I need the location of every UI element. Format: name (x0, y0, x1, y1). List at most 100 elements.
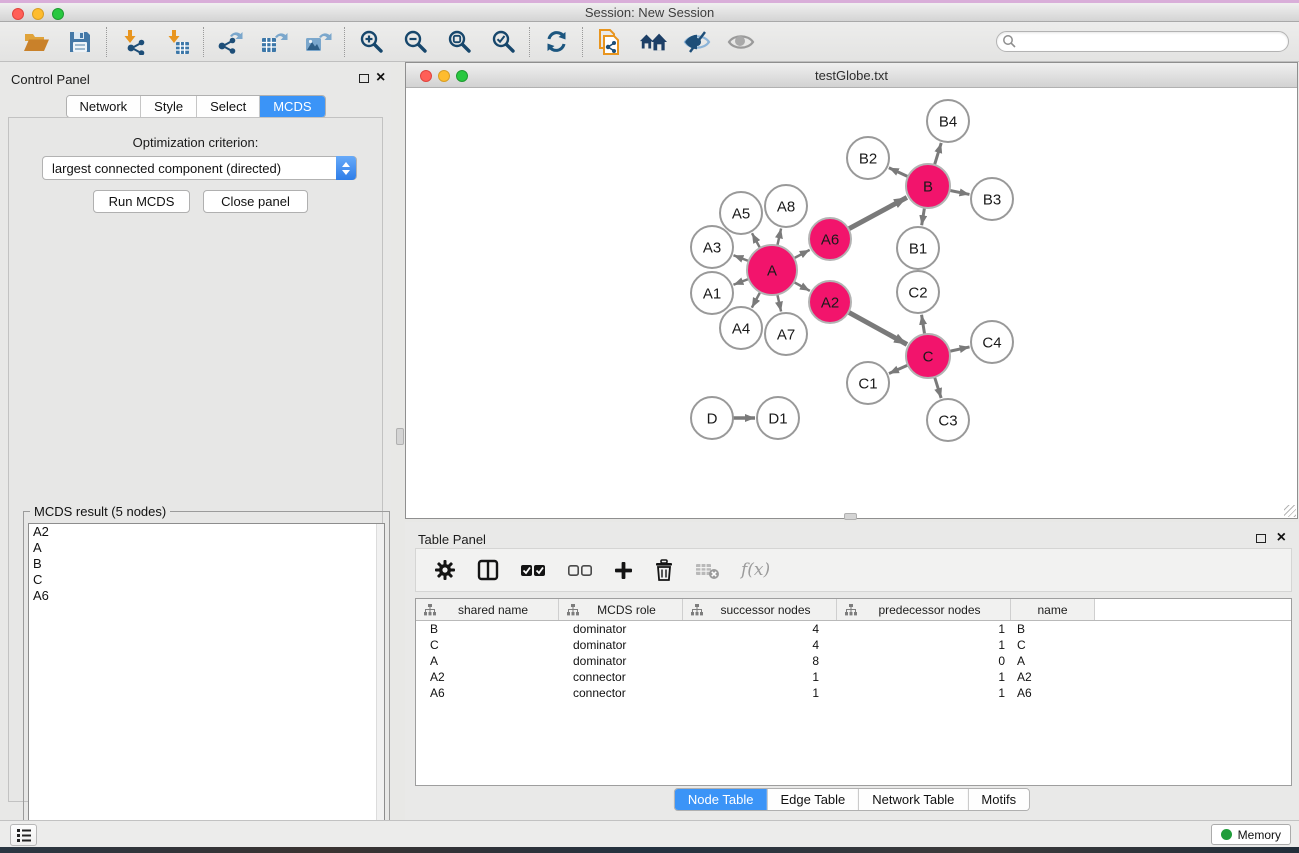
node-C4[interactable]: C4 (971, 321, 1013, 363)
node-B[interactable]: B (906, 164, 950, 208)
column-header-name[interactable]: name (1011, 599, 1095, 620)
node-A3[interactable]: A3 (691, 226, 733, 268)
deselect-all-icon[interactable] (567, 563, 593, 578)
save-session-icon[interactable] (66, 28, 94, 56)
export-table-icon[interactable] (260, 28, 288, 56)
resize-grip-icon[interactable] (1284, 505, 1296, 517)
home-icon[interactable] (639, 28, 667, 56)
node-A1[interactable]: A1 (691, 272, 733, 314)
table-cell: 1 (837, 638, 1011, 652)
mcds-result-item[interactable]: A (29, 540, 384, 556)
node-A8[interactable]: A8 (765, 185, 807, 227)
node-D[interactable]: D (691, 397, 733, 439)
network-window-titlebar[interactable]: testGlobe.txt (406, 63, 1297, 88)
network-canvas[interactable]: B4 B2 B B3 A5A8A6 A3 B1 A A1 C2 A2 A4A7 C4 C C1 C3 D D1 (406, 89, 1297, 518)
zoom-out-icon[interactable] (401, 28, 429, 56)
tab-style[interactable]: Style (140, 96, 196, 117)
import-table-icon[interactable] (163, 28, 191, 56)
edge-C-C1[interactable] (889, 364, 910, 373)
node-B1[interactable]: B1 (897, 227, 939, 269)
tab-network-table[interactable]: Network Table (858, 789, 967, 810)
node-A6[interactable]: A6 (809, 218, 851, 260)
node-C[interactable]: C (906, 334, 950, 378)
delete-table-icon[interactable] (695, 559, 720, 581)
node-A2[interactable]: A2 (809, 281, 851, 323)
zoom-fit-icon[interactable] (445, 28, 473, 56)
node-B4[interactable]: B4 (927, 100, 969, 142)
node-C3[interactable]: C3 (927, 399, 969, 441)
tab-edge-table[interactable]: Edge Table (766, 789, 858, 810)
window-titlebar[interactable]: Session: New Session (0, 3, 1299, 22)
edge-C-C2[interactable] (922, 315, 925, 337)
edge-B-B2[interactable] (889, 168, 910, 178)
mcds-result-item[interactable]: C (29, 572, 384, 588)
run-mcds-button[interactable]: Run MCDS (93, 190, 190, 213)
edge-C-C4[interactable] (948, 347, 970, 352)
function-icon[interactable]: f(x) (741, 560, 770, 580)
table-row[interactable]: A6connector11A6 (416, 685, 1291, 701)
export-network-icon[interactable] (216, 28, 244, 56)
refresh-icon[interactable] (542, 28, 570, 56)
mcds-result-item[interactable]: A6 (29, 588, 384, 604)
edge-A6-B[interactable] (847, 197, 907, 230)
node-C2[interactable]: C2 (897, 271, 939, 313)
birds-eye-view-icon[interactable] (727, 28, 755, 56)
tab-motifs[interactable]: Motifs (967, 789, 1029, 810)
split-divider-handle[interactable] (396, 428, 404, 445)
node-D1[interactable]: D1 (757, 397, 799, 439)
split-divider-handle[interactable] (844, 513, 857, 520)
node-A4[interactable]: A4 (720, 307, 762, 349)
zoom-selected-icon[interactable] (489, 28, 517, 56)
table-row[interactable]: A2connector11A2 (416, 669, 1291, 685)
open-session-icon[interactable] (22, 28, 50, 56)
float-table-panel-icon[interactable] (1256, 534, 1266, 543)
table-row[interactable]: Adominator80A (416, 653, 1291, 669)
close-table-panel-icon[interactable]: × (1277, 533, 1286, 543)
node-table[interactable]: shared nameMCDS rolesuccessor nodesprede… (415, 598, 1292, 786)
gear-icon[interactable] (434, 559, 456, 581)
column-header-MCDS-role[interactable]: MCDS role (559, 599, 683, 620)
columns-icon[interactable] (477, 559, 499, 581)
node-C1[interactable]: C1 (847, 362, 889, 404)
node-B3[interactable]: B3 (971, 178, 1013, 220)
node-B2[interactable]: B2 (847, 137, 889, 179)
tab-select[interactable]: Select (196, 96, 259, 117)
close-panel-icon[interactable]: × (376, 73, 385, 83)
export-image-icon[interactable] (304, 28, 332, 56)
clone-network-icon[interactable] (595, 28, 623, 56)
table-row[interactable]: Cdominator41C (416, 637, 1291, 653)
tab-network[interactable]: Network (66, 96, 140, 117)
column-header-successor-nodes[interactable]: successor nodes (683, 599, 837, 620)
column-header-predecessor-nodes[interactable]: predecessor nodes (837, 599, 1011, 620)
criterion-dropdown[interactable]: largest connected component (directed) (42, 156, 357, 180)
tab-mcds[interactable]: MCDS (259, 96, 324, 117)
add-icon[interactable] (614, 561, 633, 580)
network-graph[interactable]: B4 B2 B B3 A5A8A6 A3 B1 A A1 C2 A2 A4A7 C4 C C1 C3 D D1 (406, 89, 1297, 519)
edge-B-B4[interactable] (934, 143, 941, 167)
delete-icon[interactable] (654, 559, 674, 581)
table-row[interactable]: Bdominator41B (416, 621, 1291, 637)
edge-A2-C[interactable] (847, 311, 907, 344)
zoom-in-icon[interactable] (357, 28, 385, 56)
edge-C-C3[interactable] (934, 375, 941, 398)
search-input[interactable] (996, 31, 1289, 52)
import-network-icon[interactable] (119, 28, 147, 56)
hide-graphics-details-icon[interactable] (683, 28, 711, 56)
status-bar: Memory (0, 820, 1299, 847)
edge-B-B3[interactable] (948, 190, 970, 194)
task-history-button[interactable] (10, 824, 37, 846)
column-header-shared-name[interactable]: shared name (416, 599, 559, 620)
node-A[interactable]: A (747, 245, 797, 295)
node-A5[interactable]: A5 (720, 192, 762, 234)
select-all-icon[interactable] (520, 563, 546, 578)
mcds-result-list[interactable]: A2ABCA6 (28, 523, 385, 850)
node-A7[interactable]: A7 (765, 313, 807, 355)
scrollbar[interactable] (376, 524, 384, 849)
mcds-result-item[interactable]: B (29, 556, 384, 572)
memory-button[interactable]: Memory (1211, 824, 1291, 845)
tab-node-table[interactable]: Node Table (675, 789, 767, 810)
mcds-result-item[interactable]: A2 (29, 524, 384, 540)
float-panel-icon[interactable] (359, 74, 369, 83)
edge-A-A2[interactable] (792, 281, 810, 291)
close-panel-button[interactable]: Close panel (203, 190, 308, 213)
